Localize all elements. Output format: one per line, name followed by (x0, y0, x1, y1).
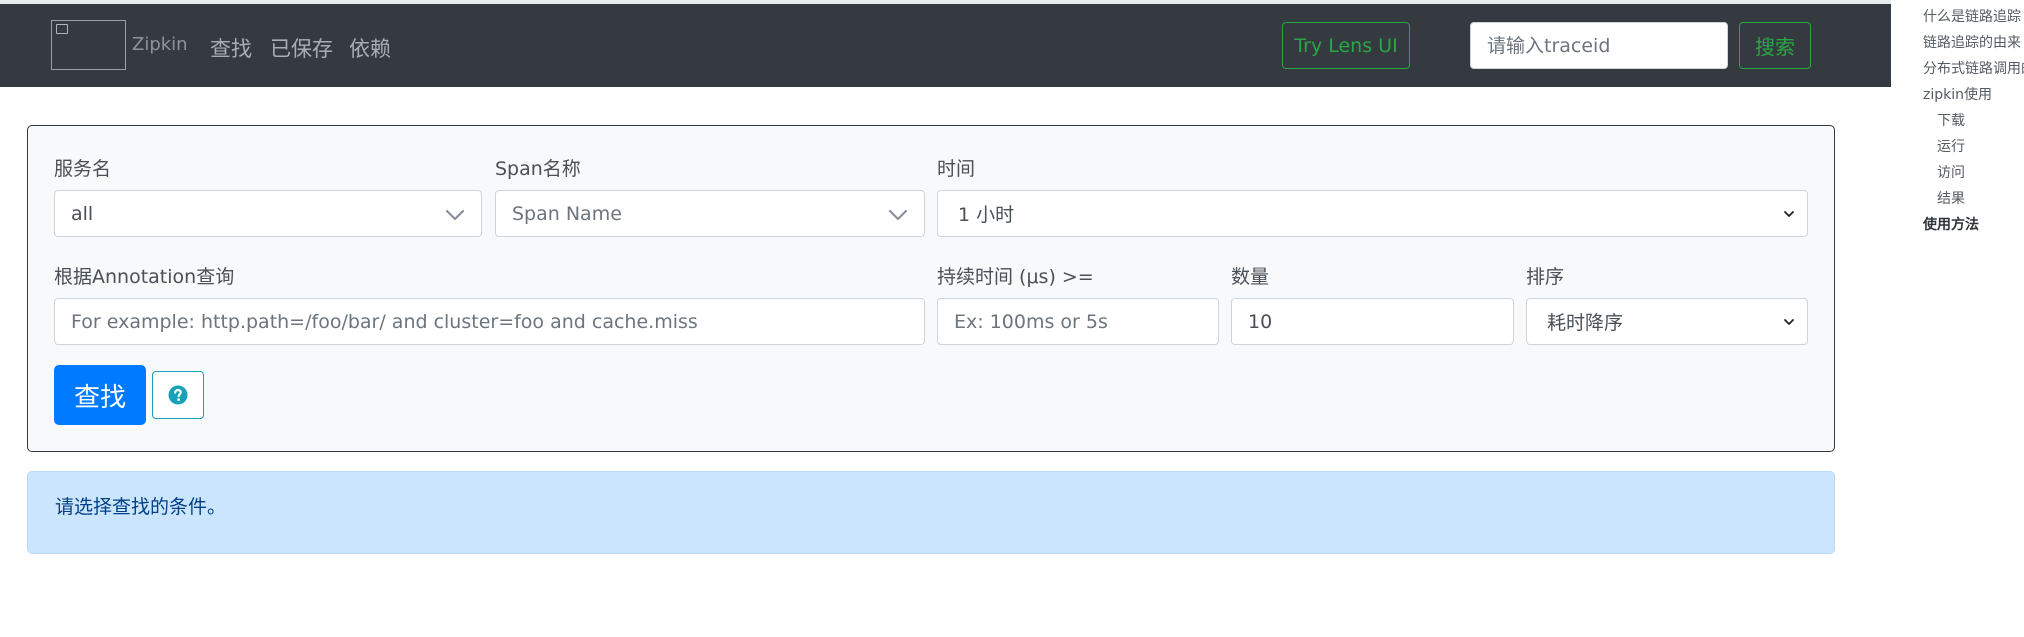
duration-label: 持续时间 (μs) >= (937, 266, 1094, 288)
toc-subitem[interactable]: 下载 (1937, 110, 1965, 130)
help-button[interactable] (152, 371, 204, 419)
annotation-query-label: 根据Annotation查询 (54, 266, 235, 288)
toc-item[interactable]: 链路追踪的由来 (1923, 32, 2021, 52)
toc-subitem[interactable]: 访问 (1937, 162, 1965, 182)
sort-value: 耗时降序 (1547, 312, 1624, 334)
toc-item[interactable]: 分布式链路调用的 (1923, 58, 2024, 78)
chevron-down-icon (888, 209, 908, 221)
question-circle-icon (168, 385, 188, 405)
logo-image[interactable] (51, 20, 126, 70)
table-of-contents: 什么是链路追踪 链路追踪的由来 分布式链路调用的 zipkin使用 下载 运行 … (1891, 0, 2024, 637)
sort-select[interactable]: 耗时降序 (1526, 298, 1808, 345)
limit-value: 10 (1248, 310, 1273, 333)
span-name-label: Span名称 (495, 158, 581, 180)
search-button[interactable]: 搜索 (1739, 22, 1811, 69)
duration-placeholder: Ex: 100ms or 5s (954, 310, 1108, 333)
span-name-placeholder: Span Name (512, 202, 622, 225)
span-name-select[interactable]: Span Name (495, 190, 925, 237)
main-area: Zipkin 查找 已保存 依赖 Try Lens UI 搜索 服务名 all … (0, 0, 1891, 637)
toc-item[interactable]: zipkin使用 (1923, 84, 1992, 104)
limit-label: 数量 (1231, 266, 1270, 288)
nav-link-saved[interactable]: 已保存 (270, 33, 333, 63)
toc-subitem[interactable]: 运行 (1937, 136, 1965, 156)
broken-image-icon (56, 24, 68, 34)
info-alert: 请选择查找的条件。 (27, 471, 1835, 554)
service-name-select[interactable]: all (54, 190, 482, 237)
limit-input[interactable]: 10 (1231, 298, 1514, 345)
time-select[interactable]: 1 小时 (937, 190, 1808, 237)
service-name-label: 服务名 (54, 158, 112, 180)
duration-input[interactable]: Ex: 100ms or 5s (937, 298, 1219, 345)
annotation-query-placeholder: For example: http.path=/foo/bar/ and clu… (71, 310, 698, 333)
nav-link-dependencies[interactable]: 依赖 (349, 33, 391, 63)
alert-message: 请选择查找的条件。 (55, 496, 227, 518)
time-label: 时间 (937, 158, 976, 180)
annotation-query-input[interactable]: For example: http.path=/foo/bar/ and clu… (54, 298, 925, 345)
service-name-value: all (71, 202, 94, 225)
find-button[interactable]: 查找 (54, 365, 146, 425)
sort-label: 排序 (1526, 266, 1565, 288)
toc-item-active[interactable]: 使用方法 (1923, 214, 1979, 234)
select-arrow-icon (1784, 319, 1794, 325)
time-value: 1 小时 (958, 204, 1015, 226)
traceid-input[interactable] (1470, 22, 1728, 69)
toc-subitem[interactable]: 结果 (1937, 188, 1965, 208)
brand-name[interactable]: Zipkin (132, 34, 188, 55)
toc-item[interactable]: 什么是链路追踪 (1923, 6, 2021, 26)
navbar: Zipkin 查找 已保存 依赖 Try Lens UI 搜索 (0, 4, 1891, 87)
try-lens-ui-button[interactable]: Try Lens UI (1282, 22, 1410, 69)
nav-link-find[interactable]: 查找 (210, 33, 252, 63)
chevron-down-icon (445, 209, 465, 221)
select-arrow-icon (1784, 211, 1794, 217)
